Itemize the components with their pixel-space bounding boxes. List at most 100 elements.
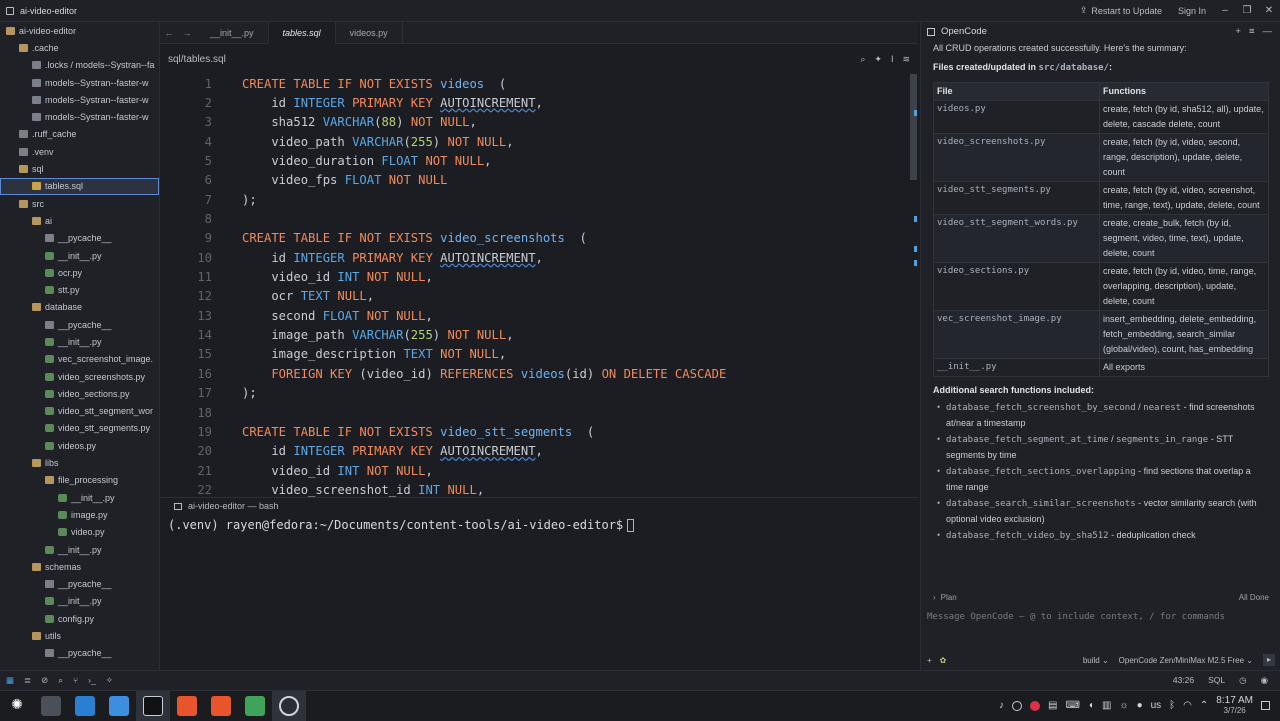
assistant-toggle-icon[interactable]: ◉ [1261, 675, 1268, 686]
add-context-icon[interactable]: + [927, 656, 932, 665]
extensions-icon[interactable]: ✧ [106, 675, 113, 686]
tree-file[interactable]: __init__.py [0, 593, 159, 610]
volume-icon[interactable]: ◖ [1088, 700, 1094, 711]
tree-file[interactable]: __init__.py [0, 541, 159, 558]
history-icon[interactable]: ≡ [1249, 26, 1255, 37]
keyboard-icon[interactable]: ⌨ [1065, 700, 1079, 711]
notifications-icon[interactable]: ◷ [1239, 675, 1246, 686]
brightness-icon[interactable]: ☼ [1119, 700, 1128, 711]
terminal-tab[interactable]: ai-video-editor — bash [160, 498, 918, 514]
code-line[interactable]: 21 video_id INT NOT NULL, [160, 461, 908, 480]
code-line[interactable]: 14 image_path VARCHAR(255) NOT NULL, [160, 325, 908, 344]
code-line[interactable]: 19 CREATE TABLE IF NOT EXISTS video_stt_s… [160, 422, 908, 441]
tree-folder[interactable]: __pycache__ [0, 645, 159, 662]
tree-file[interactable]: __init__.py [0, 247, 159, 264]
system-monitor-icon[interactable] [238, 691, 272, 721]
minimize-icon[interactable]: – [1214, 5, 1236, 16]
terminal-prompt-line[interactable]: (.venv) rayen@fedora:~/Documents/content… [160, 514, 918, 532]
app-menu-icon[interactable] [6, 6, 14, 15]
close-icon[interactable]: ✕ [1258, 5, 1280, 16]
notification-bell-icon[interactable]: ♪ [999, 700, 1004, 711]
tree-file[interactable]: stt.py [0, 281, 159, 298]
tree-file[interactable]: image.py [0, 506, 159, 523]
tree-folder[interactable]: __pycache__ [0, 230, 159, 247]
restore-icon[interactable]: ❐ [1236, 5, 1258, 16]
tab-videos-py[interactable]: videos.py [336, 21, 403, 44]
code-line[interactable]: 17); [160, 384, 908, 403]
storage-icon[interactable]: ▥ [1102, 700, 1111, 711]
tree-folder[interactable]: .venv [0, 143, 159, 160]
code-line[interactable]: 12 ocr TEXT NULL, [160, 287, 908, 306]
launcher-icon[interactable]: ✺ [0, 691, 34, 721]
tree-folder[interactable]: schemas [0, 558, 159, 575]
code-line[interactable]: 11 video_id INT NOT NULL, [160, 267, 908, 286]
show-desktop-icon[interactable] [34, 691, 68, 721]
code-line[interactable]: 16 FOREIGN KEY (video_id) REFERENCES vid… [160, 364, 908, 383]
restart-to-update-button[interactable]: ⇪ Restart to Update [1072, 0, 1170, 21]
scrollbar-thumb[interactable] [910, 74, 917, 180]
chat-transcript[interactable]: All CRUD operations created successfully… [933, 41, 1269, 587]
code-line[interactable]: 10 id INTEGER PRIMARY KEY AUTOINCREMENT, [160, 248, 908, 267]
model-selector[interactable]: OpenCode Zen/MiniMax M2.5 Free ⌄ [1119, 656, 1253, 665]
tab-tables-sql[interactable]: tables.sql [268, 21, 336, 44]
editor-scrollbar[interactable] [910, 74, 918, 498]
microphone-icon[interactable]: ● [1137, 700, 1143, 711]
tree-file[interactable]: video_stt_segments.py [0, 420, 159, 437]
tree-folder[interactable]: ai-video-editor [0, 22, 159, 39]
code-line[interactable]: 5 video_duration FLOAT NOT NULL, [160, 151, 908, 170]
assistant-icon[interactable]: ✦ [874, 54, 882, 65]
tree-folder[interactable]: database [0, 299, 159, 316]
close-panel-icon[interactable]: — [1263, 26, 1273, 37]
tree-file[interactable]: __init__.py [0, 489, 159, 506]
tree-file[interactable]: ocr.py [0, 264, 159, 281]
new-thread-icon[interactable]: + [1235, 26, 1241, 37]
wifi-icon[interactable]: ◠ [1183, 700, 1192, 711]
code-line[interactable]: 6 video_fps FLOAT NOT NULL [160, 171, 908, 190]
tree-file[interactable]: __init__.py [0, 333, 159, 350]
search-project-icon[interactable]: ⌕ [58, 675, 63, 686]
brave-browser-2-icon[interactable] [204, 691, 238, 721]
tab-init-py[interactable]: __init__.py [196, 21, 269, 44]
code-line[interactable]: 9 CREATE TABLE IF NOT EXISTS video_screen… [160, 229, 908, 248]
code-line[interactable]: 13 second FLOAT NOT NULL, [160, 306, 908, 325]
back-arrow-icon[interactable]: ← [160, 28, 178, 38]
breadcrumb-path[interactable]: sql/tables.sql [168, 54, 226, 65]
code-line[interactable]: 4 video_path VARCHAR(255) NOT NULL, [160, 132, 908, 151]
recording-icon[interactable] [1030, 700, 1040, 711]
tree-file[interactable]: tables.sql [0, 177, 159, 195]
search-icon[interactable]: ⌕ [860, 54, 865, 65]
code-line[interactable]: 2 id INTEGER PRIMARY KEY AUTOINCREMENT, [160, 93, 908, 112]
tree-file[interactable]: video_stt_segment_wor [0, 403, 159, 420]
zed-editor-icon[interactable] [136, 690, 170, 721]
tree-folder[interactable]: src [0, 195, 159, 212]
settings-sliders-icon[interactable]: ≋ [902, 54, 910, 65]
tree-file[interactable]: videos.py [0, 437, 159, 454]
panel-toggle-icon[interactable]: ▦ [6, 675, 14, 686]
tree-folder[interactable]: ai [0, 212, 159, 229]
tree-folder[interactable]: utils [0, 627, 159, 644]
tree-file[interactable]: vec_screenshot_image. [0, 351, 159, 368]
tree-folder[interactable]: .locks / models--Systran--fa [0, 57, 159, 74]
tree-file[interactable]: video_sections.py [0, 385, 159, 402]
keyboard-layout[interactable]: us [1151, 700, 1162, 711]
code-line[interactable]: 22 video_screenshot_id INT NULL, [160, 480, 908, 498]
outline-icon[interactable]: ≣ [24, 675, 31, 686]
code-line[interactable]: 18 [160, 403, 908, 422]
tree-file[interactable]: video.py [0, 524, 159, 541]
cursor-icon[interactable]: I [891, 54, 894, 65]
tree-folder[interactable]: models--Systran--faster-w [0, 108, 159, 125]
clock[interactable]: 8:17 AM 3/7/26 [1216, 695, 1253, 716]
code-line[interactable]: 3 sha512 VARCHAR(88) NOT NULL, [160, 113, 908, 132]
brave-browser-icon[interactable] [170, 691, 204, 721]
file-manager-icon[interactable] [102, 691, 136, 721]
diagnostics-icon[interactable]: ⊘ [41, 675, 48, 686]
sign-in-button[interactable]: Sign In [1170, 0, 1214, 21]
code-line[interactable]: 1 CREATE TABLE IF NOT EXISTS videos ( [160, 74, 908, 93]
obs-tray-icon[interactable] [1012, 700, 1022, 711]
mode-selector[interactable]: build ⌄ [1083, 656, 1109, 665]
tree-folder[interactable]: file_processing [0, 472, 159, 489]
tree-folder[interactable]: sql [0, 160, 159, 177]
forward-arrow-icon[interactable]: → [178, 28, 196, 38]
cursor-position[interactable]: 43:26 [1173, 675, 1194, 686]
tree-folder[interactable]: models--Systran--faster-w [0, 91, 159, 108]
